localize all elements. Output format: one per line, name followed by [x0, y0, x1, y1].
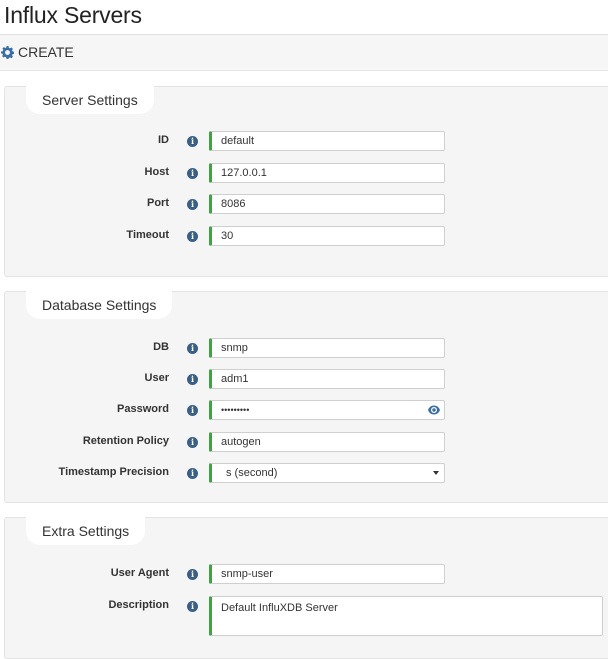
- action-bar: CREATE: [0, 35, 608, 71]
- agent-row: User Agent i: [5, 564, 608, 586]
- gear-icon: [1, 45, 14, 59]
- create-label: CREATE: [18, 44, 74, 60]
- info-icon[interactable]: i: [187, 437, 198, 448]
- info-icon[interactable]: i: [187, 601, 198, 612]
- database-settings-title: Database Settings: [26, 291, 173, 319]
- timeout-input[interactable]: [209, 226, 445, 246]
- info-icon[interactable]: i: [187, 168, 198, 179]
- host-row: Host i: [5, 163, 608, 185]
- user-agent-input[interactable]: [209, 564, 445, 584]
- page-title: Influx Servers: [4, 2, 142, 28]
- precision-label: Timestamp Precision: [58, 466, 169, 478]
- precision-selected: s (second): [226, 467, 278, 479]
- retention-label: Retention Policy: [82, 435, 169, 447]
- db-row: DB i: [5, 338, 608, 360]
- info-icon[interactable]: i: [187, 343, 198, 354]
- description-label: Description: [108, 599, 169, 611]
- extra-settings-title: Extra Settings: [26, 517, 146, 545]
- host-input[interactable]: [209, 163, 445, 183]
- info-icon[interactable]: i: [187, 405, 198, 416]
- description-row: Description i Default InfluXDB Server: [5, 596, 608, 636]
- agent-label: User Agent: [110, 567, 169, 579]
- id-label: ID: [158, 134, 169, 146]
- description-textarea[interactable]: Default InfluXDB Server: [209, 596, 603, 636]
- create-button[interactable]: CREATE: [1, 43, 74, 61]
- server-settings-title: Server Settings: [26, 86, 154, 114]
- user-label: User: [144, 372, 169, 384]
- user-input[interactable]: [209, 369, 445, 389]
- info-icon[interactable]: i: [187, 468, 198, 479]
- db-label: DB: [153, 341, 169, 353]
- info-icon[interactable]: i: [187, 374, 198, 385]
- database-settings-panel: Database Settings DB i User i Password i…: [4, 291, 608, 503]
- extra-settings-panel: Extra Settings User Agent i Description …: [4, 517, 608, 659]
- password-input[interactable]: •••••••••: [209, 400, 445, 420]
- db-input[interactable]: [209, 338, 445, 358]
- info-icon[interactable]: i: [187, 136, 198, 147]
- port-row: Port i: [5, 194, 608, 216]
- info-icon[interactable]: i: [187, 231, 198, 242]
- port-label: Port: [147, 197, 169, 209]
- password-row: Password i •••••••••: [5, 400, 608, 422]
- id-row: ID i: [5, 131, 608, 153]
- info-icon[interactable]: i: [187, 199, 198, 210]
- user-row: User i: [5, 369, 608, 391]
- password-mask: •••••••••: [221, 405, 250, 415]
- precision-row: Timestamp Precision i s (second): [5, 463, 608, 485]
- password-label: Password: [117, 403, 169, 415]
- precision-select[interactable]: s (second): [209, 463, 445, 483]
- retention-input[interactable]: [209, 432, 445, 452]
- id-input[interactable]: [209, 131, 445, 151]
- host-label: Host: [144, 166, 169, 178]
- info-icon[interactable]: i: [187, 569, 198, 580]
- server-settings-panel: Server Settings ID i Host i Port i Timeo…: [4, 86, 608, 277]
- timeout-label: Timeout: [126, 229, 169, 241]
- port-input[interactable]: [209, 194, 445, 214]
- retention-row: Retention Policy i: [5, 432, 608, 454]
- timeout-row: Timeout i: [5, 226, 608, 248]
- caret-down-icon: [433, 471, 439, 475]
- eye-icon[interactable]: [428, 405, 440, 415]
